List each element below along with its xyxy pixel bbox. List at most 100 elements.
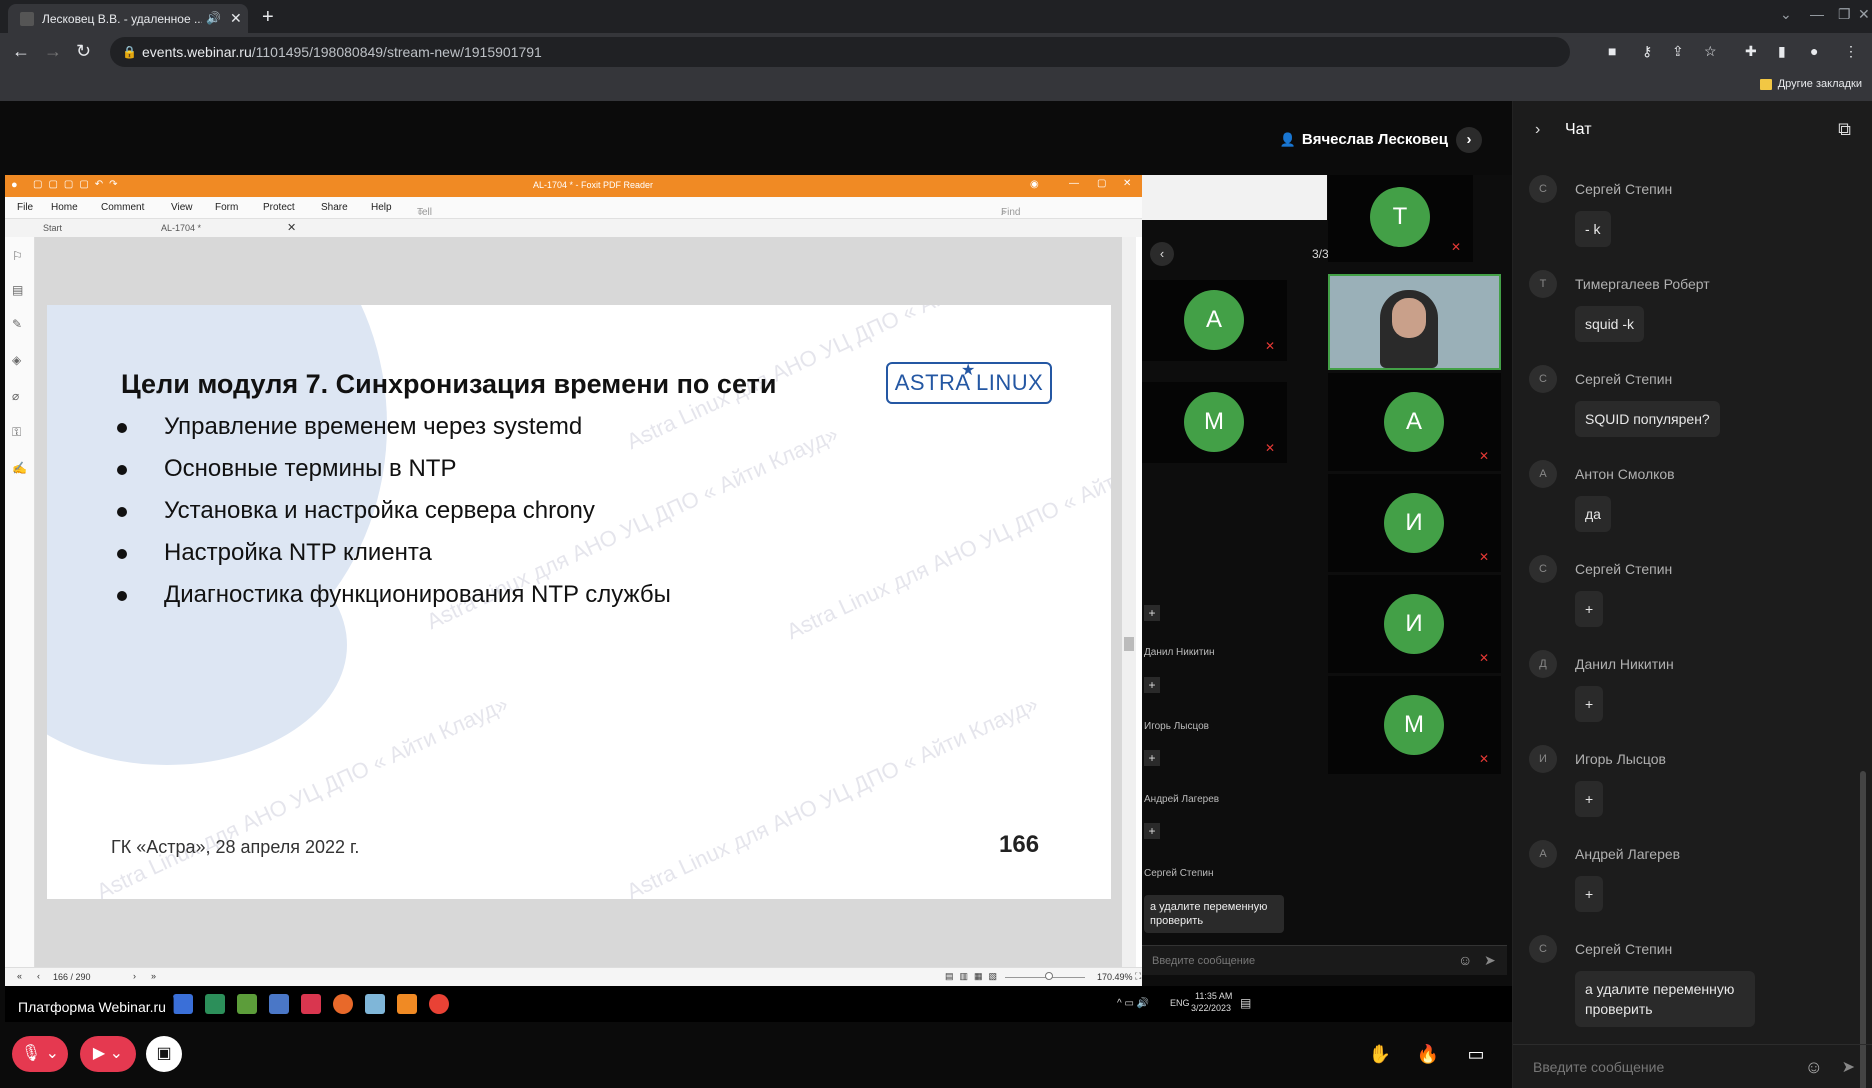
profile-icon[interactable]: ● <box>1810 43 1818 59</box>
first-page-icon[interactable]: « <box>17 971 22 981</box>
sidebar-icon[interactable]: ▮ <box>1778 43 1786 60</box>
foxit-taskbar-icon[interactable] <box>397 994 417 1014</box>
menu-share[interactable]: Share <box>321 202 348 213</box>
participant-tile[interactable]: М ✕ <box>1328 676 1501 774</box>
speaker-header[interactable]: 👤 Вячеслав Лесковец › <box>1280 127 1482 153</box>
taskbar-app-icon[interactable] <box>237 994 257 1014</box>
layers-panel-icon[interactable]: ◈ <box>12 353 26 367</box>
inner-chat-input[interactable]: Введите сообщение ☺ ➤ <box>1142 945 1507 975</box>
extensions-icon[interactable]: ✚ <box>1745 43 1757 60</box>
chat-author: Сергей Степин <box>1575 181 1673 197</box>
foxit-maximize-icon[interactable]: ▢ <box>1097 178 1106 189</box>
view-mode-icons[interactable]: ▤▥▦▧ <box>945 971 1003 982</box>
signature-panel-icon[interactable]: ✍ <box>12 461 27 475</box>
other-bookmarks[interactable]: Другие закладки <box>1759 78 1862 90</box>
attachments-panel-icon[interactable]: ⌀ <box>12 389 26 403</box>
chevron-down-icon[interactable]: ⌄ <box>1780 6 1792 23</box>
bookmarks-panel-icon[interactable]: ⚐ <box>12 249 26 263</box>
chat-scrollbar-thumb[interactable] <box>1860 771 1866 1088</box>
menu-comment[interactable]: Comment <box>101 202 144 213</box>
prev-page-icon[interactable]: ‹ <box>37 971 40 981</box>
url-text: events.webinar.ru/1101495/198080849/stre… <box>142 44 542 60</box>
firefox-icon[interactable] <box>333 994 353 1014</box>
menu-help[interactable]: Help <box>371 202 392 213</box>
notifications-icon[interactable]: ▤ <box>1240 996 1251 1010</box>
new-tab-icon[interactable]: + <box>262 6 274 29</box>
speaker-video-tile[interactable] <box>1328 274 1501 370</box>
taskbar-app-icon[interactable] <box>365 994 385 1014</box>
zoom-slider-thumb[interactable] <box>1045 972 1053 980</box>
menu-file[interactable]: File <box>17 202 33 213</box>
participant-tile[interactable]: А ✕ <box>1142 280 1287 361</box>
emoji-icon[interactable]: ☺ <box>1805 1057 1823 1078</box>
window-close-icon[interactable]: ✕ <box>1858 6 1870 23</box>
chrome-icon[interactable] <box>429 994 449 1014</box>
comments-panel-icon[interactable]: ✎ <box>12 317 26 331</box>
address-bar[interactable]: 🔒 events.webinar.ru/1101495/198080849/st… <box>110 37 1570 67</box>
menu-kebab-icon[interactable]: ⋮ <box>1844 43 1858 60</box>
collapse-chat-icon[interactable]: › <box>1535 121 1540 139</box>
participant-tile[interactable]: М ✕ <box>1142 382 1287 463</box>
camera-icon[interactable]: ■ <box>1608 43 1616 59</box>
fullscreen-icon[interactable]: ⛶ <box>1135 971 1141 982</box>
next-page-icon[interactable]: › <box>133 971 136 981</box>
send-icon[interactable]: ➤ <box>1842 1057 1855 1077</box>
chat-author: Антон Смолков <box>1575 466 1675 482</box>
chat-message-input[interactable] <box>1533 1055 1793 1079</box>
tray-icons[interactable]: ^ ▭ 🔊 <box>1117 998 1149 1009</box>
chat-author: Сергей Степин <box>1575 371 1673 387</box>
minimize-icon[interactable]: — <box>1810 6 1824 22</box>
back-icon[interactable]: ← <box>12 41 30 62</box>
zoom-level[interactable]: 170.49% <box>1097 972 1133 982</box>
participant-tile[interactable]: И ✕ <box>1328 575 1501 673</box>
microphone-toggle[interactable]: 🎙 ⌄ <box>12 1036 68 1072</box>
menu-form[interactable]: Form <box>215 202 238 213</box>
key-icon[interactable]: ⚷ <box>1642 43 1652 60</box>
foxit-close-icon[interactable]: ✕ <box>1123 178 1131 189</box>
page-indicator[interactable]: 166 / 290 <box>53 972 91 982</box>
chat-scrollbar[interactable] <box>1860 161 1866 1088</box>
pages-panel-icon[interactable]: ▤ <box>12 283 26 297</box>
taskbar-app-icon[interactable] <box>205 994 225 1014</box>
last-page-icon[interactable]: » <box>151 971 156 981</box>
inner-emoji-icon[interactable]: ☺ <box>1458 952 1472 968</box>
tab-document[interactable]: AL-1704 * <box>161 223 201 233</box>
chevron-right-icon[interactable]: › <box>1456 127 1482 153</box>
reaction-flame-icon[interactable]: 🔥 <box>1412 1038 1444 1070</box>
account-icon[interactable]: ◉ <box>1030 179 1039 190</box>
browser-tab[interactable]: Лесковец В.В. - удаленное ... 🔊 ✕ <box>8 4 248 33</box>
layout-icon[interactable]: ▭ <box>1460 1038 1492 1070</box>
tray-language[interactable]: ENG <box>1170 998 1190 1008</box>
participant-tile[interactable]: И ✕ <box>1328 474 1501 572</box>
share-icon[interactable]: ⇪ <box>1672 43 1684 60</box>
taskbar-app-icon[interactable] <box>269 994 289 1014</box>
inner-send-icon[interactable]: ➤ <box>1484 952 1496 969</box>
restore-icon[interactable]: ❐ <box>1838 6 1851 23</box>
tab-close-icon[interactable]: ✕ <box>230 10 242 27</box>
document-scrollbar[interactable] <box>1122 237 1136 967</box>
screen-share-button[interactable]: ▣ <box>146 1036 182 1072</box>
doc-tab-close-icon[interactable]: ✕ <box>287 221 296 234</box>
quick-access-icons[interactable]: ▢▢▢▢↶↷ <box>33 179 124 190</box>
taskbar-app-icon[interactable] <box>301 994 321 1014</box>
popout-icon[interactable]: ⧉ <box>1838 119 1851 140</box>
participant-tile[interactable]: Т ✕ <box>1328 175 1473 262</box>
speaker-icon[interactable]: 🔊 <box>206 11 221 25</box>
menu-protect[interactable]: Protect <box>263 202 295 213</box>
inner-prev-icon[interactable]: ‹ <box>1150 242 1174 266</box>
bookmark-star-icon[interactable]: ☆ <box>1704 43 1717 60</box>
taskbar-app-icon[interactable] <box>173 994 193 1014</box>
participant-tile[interactable]: А ✕ <box>1328 373 1501 471</box>
forward-icon[interactable]: → <box>44 41 62 62</box>
scrollbar-thumb[interactable] <box>1124 637 1134 651</box>
reload-icon[interactable]: ↻ <box>76 41 91 62</box>
tab-start[interactable]: Start <box>43 223 62 233</box>
windows-taskbar: ^ ▭ 🔊 ENG 11:35 AM 3/22/2023 ▤ <box>5 986 1514 1022</box>
menu-home[interactable]: Home <box>51 202 78 213</box>
menu-view[interactable]: View <box>171 202 193 213</box>
raise-hand-icon[interactable]: ✋ <box>1364 1038 1396 1070</box>
security-panel-icon[interactable]: ⚿ <box>12 425 26 439</box>
bullet-text: Управление временем через systemd <box>164 413 583 440</box>
camera-toggle[interactable]: ▶ ⌄ <box>80 1036 136 1072</box>
foxit-minimize-icon[interactable]: — <box>1069 178 1079 189</box>
